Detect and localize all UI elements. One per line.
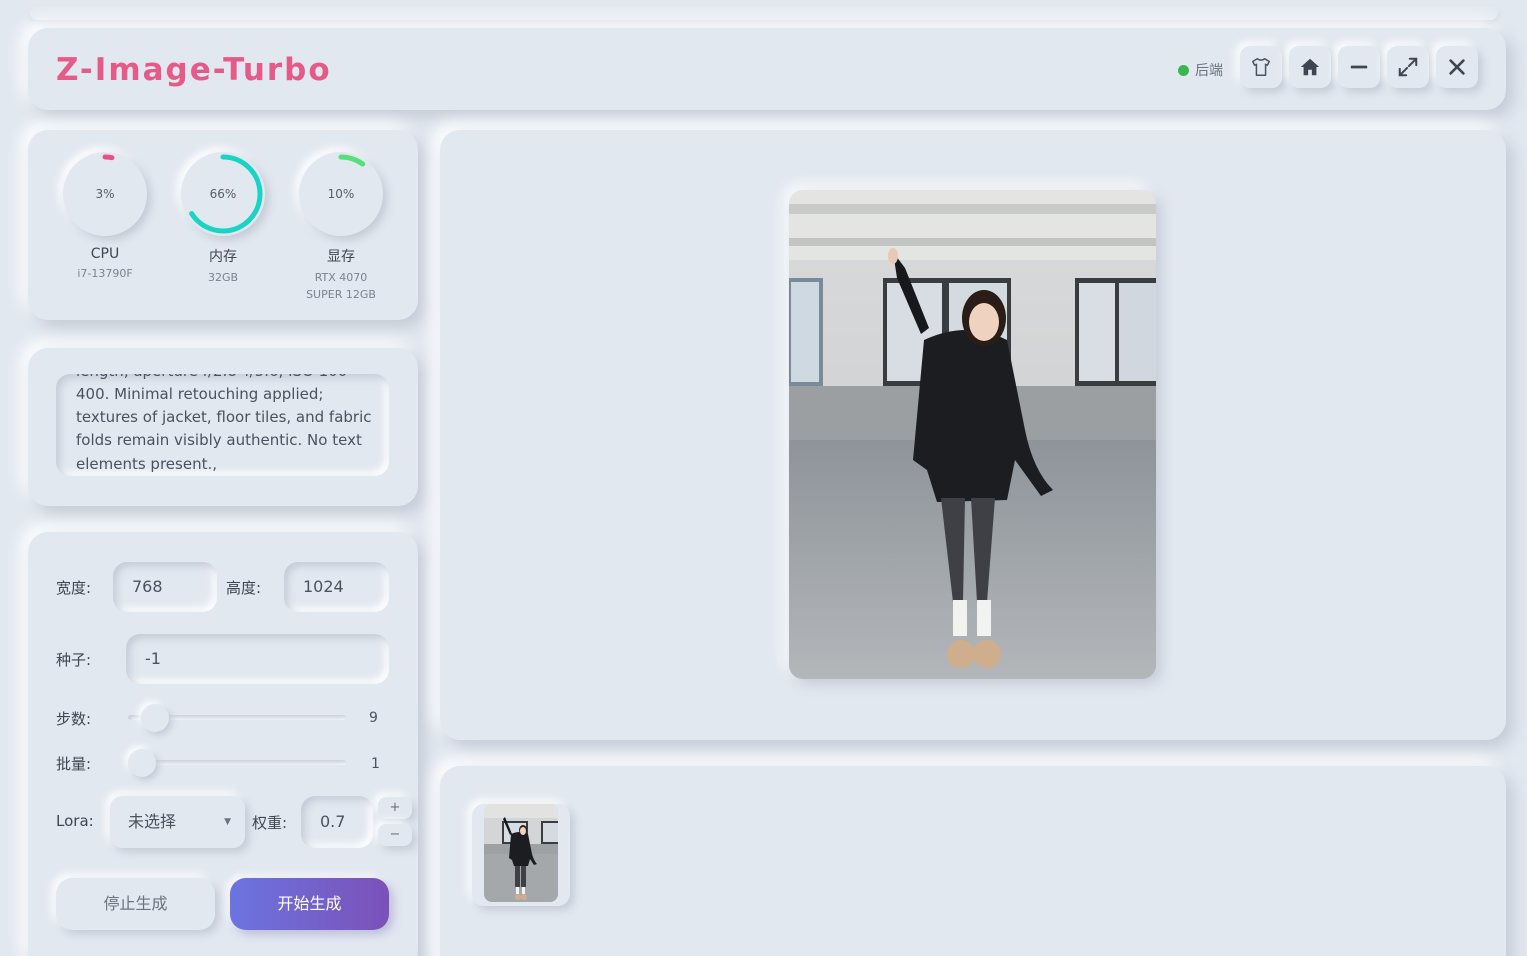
thumbnail-illustration (484, 804, 558, 902)
status-dot-icon (1178, 64, 1189, 76)
image-preview-panel (440, 130, 1506, 740)
home-icon (1300, 58, 1320, 76)
vram-gauge: 10% 显存 RTX 4070 SUPER 12GB (296, 152, 386, 303)
title-bar: Z-Image-Turbo 后端 (28, 28, 1506, 110)
seed-label: 种子: (56, 651, 92, 669)
lora-select[interactable]: 未选择 ▼ (110, 796, 245, 848)
vram-percent: 10% (327, 187, 355, 201)
parameters-panel: 宽度: 768 高度: 1024 种子: -1 步数: 9 批量: 1 Lora… (28, 532, 418, 956)
lora-label: Lora: (56, 812, 94, 830)
steps-value: 9 (369, 710, 378, 726)
weight-increment-button[interactable]: + (378, 797, 412, 819)
history-gallery (440, 766, 1506, 956)
chevron-down-icon: ▼ (224, 817, 231, 827)
cpu-model: i7-13790F (77, 267, 133, 280)
cpu-gauge: 3% CPU i7-13790F (60, 152, 150, 282)
height-label: 高度: (226, 579, 262, 597)
theme-button[interactable] (1240, 46, 1282, 88)
gpu-model-line2: SUPER 12GB (306, 288, 376, 301)
seed-input[interactable]: -1 (126, 634, 389, 684)
memory-size: 32GB (207, 271, 239, 284)
gpu-model-line1: RTX 4070 (314, 271, 368, 284)
maximize-button[interactable] (1387, 46, 1429, 88)
system-monitor: 3% CPU i7-13790F 66% 内存 32GB 10% 显存 RTX … (28, 130, 418, 320)
steps-slider-thumb[interactable] (141, 704, 170, 732)
stop-generation-button[interactable]: 停止生成 (56, 878, 215, 930)
vram-label: 显存 (327, 249, 355, 265)
cpu-percent: 3% (95, 187, 115, 201)
photo-illustration (789, 190, 1156, 679)
batch-label: 批量: (56, 755, 92, 773)
width-label: 宽度: (56, 579, 92, 597)
prompt-textarea[interactable]: length, aperture f/2.8–f/5.6, ISO 100–40… (56, 374, 389, 476)
prompt-text: length, aperture f/2.8–f/5.6, ISO 100–40… (76, 374, 372, 473)
batch-slider[interactable] (128, 760, 346, 765)
batch-slider-thumb[interactable] (128, 749, 156, 777)
generated-image[interactable] (789, 190, 1156, 679)
memory-gauge: 66% 内存 32GB (178, 152, 268, 286)
close-icon (1449, 59, 1465, 75)
weight-label: 权重: (252, 814, 288, 832)
minimize-icon (1350, 65, 1368, 69)
minimize-button[interactable] (1338, 46, 1380, 88)
lora-selected-value: 未选择 (128, 812, 177, 831)
start-generation-button[interactable]: 开始生成 (230, 878, 389, 930)
batch-value: 1 (371, 756, 380, 772)
weight-input[interactable]: 0.7 (301, 796, 373, 848)
app-title: Z-Image-Turbo (56, 52, 332, 88)
memory-percent: 66% (209, 187, 237, 201)
shirt-icon (1252, 58, 1270, 76)
status-label: 后端 (1195, 63, 1223, 79)
gallery-thumbnail[interactable] (472, 804, 570, 906)
height-input[interactable]: 1024 (284, 562, 389, 612)
thumbnail-image (484, 804, 558, 902)
prompt-card: length, aperture f/2.8–f/5.6, ISO 100–40… (28, 348, 418, 506)
backend-status: 后端 (1178, 60, 1223, 80)
home-button[interactable] (1289, 46, 1331, 88)
close-button[interactable] (1436, 46, 1478, 88)
maximize-icon (1398, 57, 1418, 77)
top-edge (30, 6, 1498, 20)
steps-label: 步数: (56, 710, 92, 728)
width-input[interactable]: 768 (113, 562, 217, 612)
weight-decrement-button[interactable]: − (378, 824, 412, 846)
memory-label: 内存 (209, 249, 237, 265)
gpu-model: RTX 4070 SUPER 12GB (296, 269, 386, 303)
cpu-label: CPU (90, 246, 120, 262)
